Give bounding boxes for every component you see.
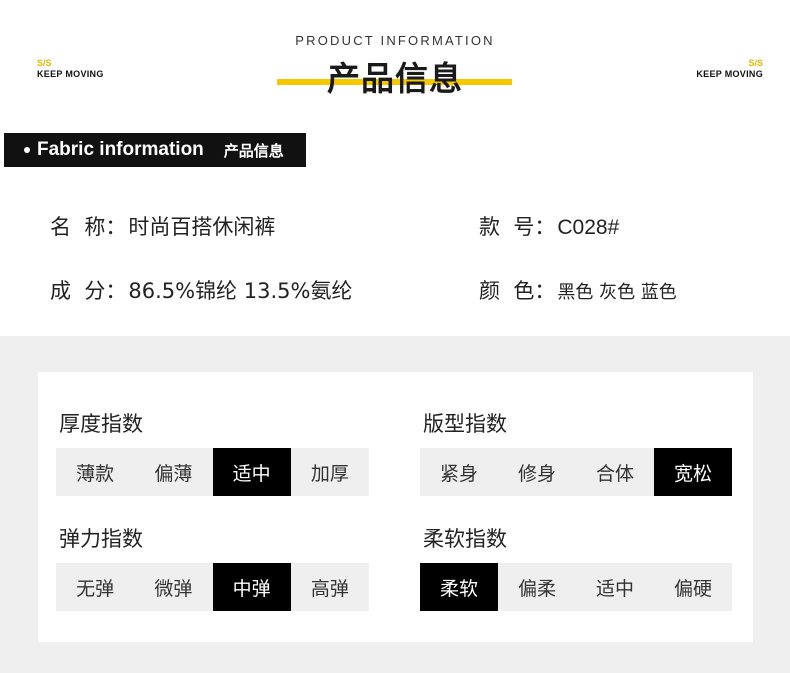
thickness-index-title: 厚度指数	[59, 412, 143, 436]
softness-option: 柔软	[420, 563, 498, 611]
indices-card: 厚度指数 薄款 偏薄 适中 加厚 版型指数 紧身 修身 合体 宽松 弹力指数 无…	[38, 372, 753, 642]
fit-option: 紧身	[439, 462, 478, 485]
elasticity-option: 高弹	[310, 577, 349, 600]
elasticity-option: 微弹	[154, 577, 193, 600]
info-composition-label: 成 分	[50, 279, 106, 303]
info-model-colon: ：	[534, 215, 556, 239]
info-composition-colon: ：	[105, 279, 127, 303]
info-name-colon: ：	[105, 215, 127, 239]
thickness-option: 适中	[212, 448, 291, 496]
info-composition-row: 成 分 ： 86.5%锦纶 13.5%氨纶	[50, 275, 352, 305]
softness-index-title: 柔软指数	[423, 527, 507, 551]
info-color-label: 颜 色	[479, 279, 535, 303]
elasticity-index-title: 弹力指数	[59, 527, 143, 551]
info-name-label: 名 称	[50, 215, 106, 239]
fabric-tag-en: Fabric information	[37, 139, 204, 160]
fit-option: 宽松	[654, 448, 732, 496]
softness-option: 适中	[595, 577, 634, 600]
info-name-value: 时尚百搭休闲裤	[128, 215, 276, 239]
fit-option: 合体	[595, 462, 634, 485]
header-subtitle: PRODUCT INFORMATION	[295, 33, 495, 48]
bullet-icon	[24, 147, 30, 153]
elasticity-option: 中弹	[212, 563, 291, 611]
page-title: 产品信息	[327, 59, 463, 98]
fit-scale: 紧身 修身 合体 宽松	[420, 448, 732, 496]
thickness-option: 偏薄	[154, 462, 193, 485]
fit-index-title: 版型指数	[423, 412, 507, 436]
info-color-row: 颜 色 ： 黑色 灰色 蓝色	[479, 275, 677, 305]
elasticity-scale: 无弹 微弹 中弹 高弹	[56, 563, 369, 611]
info-model-value: C028#	[557, 216, 620, 239]
info-model-row: 款 号 ： C028#	[479, 211, 619, 241]
fabric-info-tag: Fabric information 产品信息	[4, 133, 306, 167]
info-name-row: 名 称 ： 时尚百搭休闲裤	[50, 211, 275, 241]
softness-scale: 柔软 偏柔 适中 偏硬	[420, 563, 732, 611]
info-model-label: 款 号	[479, 215, 535, 239]
fabric-tag-cn: 产品信息	[223, 141, 284, 160]
softness-option: 偏硬	[673, 577, 712, 600]
thickness-option: 薄款	[76, 462, 115, 485]
fit-option: 修身	[517, 462, 556, 485]
info-composition-value: 86.5%锦纶 13.5%氨纶	[128, 279, 353, 303]
info-color-colon: ：	[534, 279, 556, 303]
thickness-option: 加厚	[310, 462, 349, 485]
elasticity-option: 无弹	[76, 577, 115, 600]
info-color-value: 黑色 灰色 蓝色	[557, 282, 677, 303]
thickness-scale: 薄款 偏薄 适中 加厚	[56, 448, 369, 496]
softness-option: 偏柔	[517, 577, 556, 600]
